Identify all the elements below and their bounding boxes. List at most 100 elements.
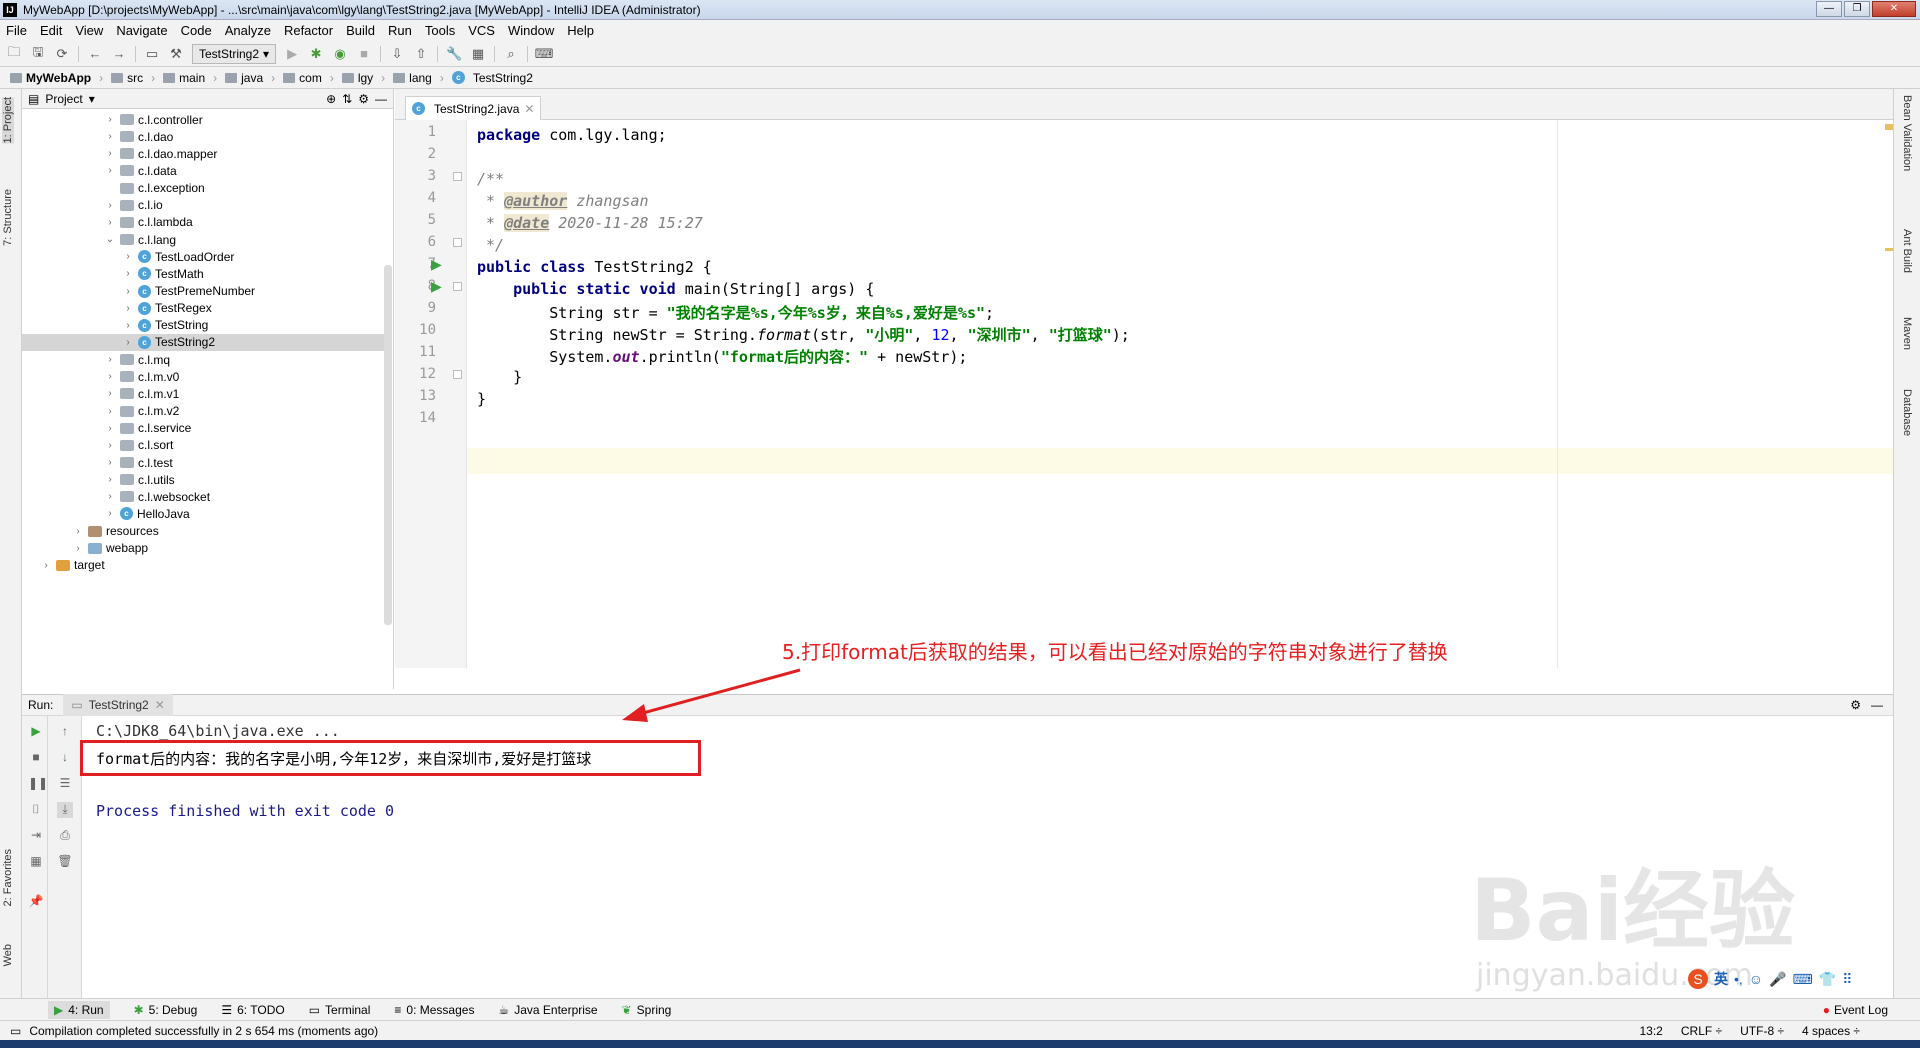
chevron-right-icon[interactable]: › <box>104 371 116 382</box>
menu-code[interactable]: Code <box>181 23 212 38</box>
tree-item[interactable]: c.l.exception <box>104 180 205 197</box>
stop-icon[interactable]: ■ <box>28 750 44 766</box>
restore-layout-icon[interactable]: ⇥ <box>28 828 44 844</box>
chevron-right-icon[interactable]: › <box>104 165 116 176</box>
chevron-down-icon[interactable]: ⌄ <box>104 234 116 245</box>
tab-run[interactable]: ▶ 4: Run <box>48 1000 110 1019</box>
menu-run[interactable]: Run <box>388 23 412 38</box>
fold-marker-icon[interactable] <box>453 238 462 247</box>
layout-icon[interactable]: ▦ <box>28 854 44 870</box>
chevron-right-icon[interactable]: › <box>104 508 116 519</box>
breadcrumb-project[interactable]: MyWebApp <box>10 71 91 85</box>
ime-punctuation-icon[interactable]: •, <box>1734 971 1743 987</box>
breadcrumb-com[interactable]: com <box>283 71 322 85</box>
run-gutter-icon[interactable]: ▶ <box>431 256 442 273</box>
tree-item[interactable]: › c.l.m.v0 <box>104 368 179 385</box>
menu-edit[interactable]: Edit <box>40 23 62 38</box>
ime-keyboard-icon[interactable]: ⌨ <box>1793 971 1813 988</box>
chevron-down-icon[interactable]: ▾ <box>89 92 95 106</box>
tree-item[interactable]: › c.l.dao <box>104 128 173 145</box>
tab-debug[interactable]: ✱ 5: Debug <box>134 1003 198 1017</box>
menu-navigate[interactable]: Navigate <box>116 23 167 38</box>
pin-icon[interactable]: 📌 <box>28 894 44 910</box>
menu-file[interactable]: File <box>6 23 27 38</box>
breadcrumb-src[interactable]: src <box>111 71 143 85</box>
open-folder-icon[interactable]: 🗀 <box>6 44 22 62</box>
vcs-commit-icon[interactable]: ⇧ <box>413 46 429 62</box>
ime-skin-icon[interactable]: 👕 <box>1819 971 1836 988</box>
tree-item[interactable]: › webapp <box>72 540 148 557</box>
arrow-up-icon[interactable]: ↑ <box>57 724 73 740</box>
tab-favorites[interactable]: 2: Favorites <box>2 849 14 906</box>
gear-icon[interactable]: ⚙ <box>358 92 369 106</box>
tree-item[interactable]: › target <box>40 557 104 574</box>
status-toggle-icon[interactable]: ▭ <box>10 1024 21 1038</box>
tab-teststring2-java[interactable]: c TestString2.java ✕ <box>405 96 542 120</box>
breadcrumb-class[interactable]: c TestString2 <box>451 71 533 85</box>
arrow-down-icon[interactable]: ↓ <box>57 750 73 766</box>
chevron-right-icon[interactable]: › <box>104 423 116 434</box>
tree-item[interactable]: › c.l.service <box>104 420 191 437</box>
run-icon[interactable]: ▶ <box>284 46 300 62</box>
chevron-right-icon[interactable]: › <box>122 303 134 314</box>
menu-window[interactable]: Window <box>508 23 554 38</box>
tab-bean-validation[interactable]: Bean Validation <box>1901 95 1913 171</box>
chevron-right-icon[interactable]: › <box>40 560 52 571</box>
chevron-right-icon[interactable]: › <box>122 337 134 348</box>
tab-messages[interactable]: ≡ 0: Messages <box>394 1003 474 1017</box>
chevron-right-icon[interactable]: › <box>104 388 116 399</box>
tree-item[interactable]: › c TestLoadOrder <box>122 248 234 265</box>
gear-icon[interactable]: ⚙ <box>1850 698 1861 712</box>
chevron-right-icon[interactable]: › <box>104 354 116 365</box>
save-icon[interactable]: 🖫 <box>30 44 46 62</box>
trash-icon[interactable]: 🗑 <box>57 854 73 870</box>
tree-item[interactable]: › c.l.mq <box>104 351 170 368</box>
fold-marker-icon[interactable] <box>453 370 462 379</box>
tree-item[interactable]: › c.l.utils <box>104 471 174 488</box>
chevron-right-icon[interactable]: › <box>104 406 116 417</box>
terminal-icon[interactable]: ⌨ <box>535 46 554 62</box>
close-icon[interactable]: ✕ <box>524 102 534 116</box>
tab-structure[interactable]: 7: Structure <box>2 189 14 246</box>
tab-spring[interactable]: ❦ Spring <box>622 1003 672 1017</box>
warning-marker[interactable] <box>1885 124 1893 130</box>
chevron-right-icon[interactable]: › <box>122 251 134 262</box>
ime-tools-icon[interactable]: ⠿ <box>1842 971 1852 988</box>
ime-logo-icon[interactable]: S <box>1688 969 1708 989</box>
search-icon[interactable]: ⌕ <box>503 46 519 62</box>
build-hammer-icon[interactable]: ⚒ <box>168 46 184 62</box>
back-icon[interactable]: ← <box>87 46 103 62</box>
hide-panel-icon[interactable]: — <box>375 92 387 106</box>
breadcrumb-lgy[interactable]: lgy <box>341 71 373 85</box>
tree-item[interactable]: › c.l.data <box>104 162 176 179</box>
event-log[interactable]: ● Event Log <box>1823 1003 1888 1017</box>
indent-setting[interactable]: 4 spaces ÷ <box>1802 1024 1860 1038</box>
menu-view[interactable]: View <box>75 23 103 38</box>
tree-item[interactable]: › c.l.m.v2 <box>104 403 179 420</box>
chevron-right-icon[interactable]: › <box>122 320 134 331</box>
tree-item[interactable]: › c TestMath <box>122 265 203 282</box>
tab-web[interactable]: Web <box>2 944 14 966</box>
breadcrumb-lang[interactable]: lang <box>393 71 432 85</box>
stop-icon[interactable]: ■ <box>356 46 372 62</box>
tab-database[interactable]: Database <box>1901 389 1913 436</box>
tree-item[interactable]: › c.l.sort <box>104 437 173 454</box>
chevron-right-icon[interactable]: › <box>122 286 134 297</box>
tab-ant-build[interactable]: Ant Build <box>1901 229 1913 273</box>
caret-position[interactable]: 13:2 <box>1640 1024 1663 1038</box>
tab-java-enterprise[interactable]: ☕ Java Enterprise <box>498 1003 597 1017</box>
chevron-right-icon[interactable]: › <box>104 114 116 125</box>
coverage-icon[interactable]: ◉ <box>332 46 348 62</box>
tab-terminal[interactable]: ▭ Terminal <box>309 1003 371 1017</box>
chevron-right-icon[interactable]: › <box>104 217 116 228</box>
tab-maven[interactable]: Maven <box>1901 317 1913 350</box>
menu-analyze[interactable]: Analyze <box>225 23 271 38</box>
vcs-update-icon[interactable]: ⇩ <box>389 46 405 62</box>
change-marker[interactable] <box>1885 248 1893 251</box>
chevron-right-icon[interactable]: › <box>104 491 116 502</box>
collapse-all-icon[interactable]: ⇅ <box>342 92 352 106</box>
ime-emoji-icon[interactable]: ☺ <box>1749 971 1763 987</box>
chevron-right-icon[interactable]: › <box>122 268 134 279</box>
tab-project[interactable]: 1: Project <box>2 97 14 144</box>
locate-icon[interactable]: ⊕ <box>326 92 336 106</box>
